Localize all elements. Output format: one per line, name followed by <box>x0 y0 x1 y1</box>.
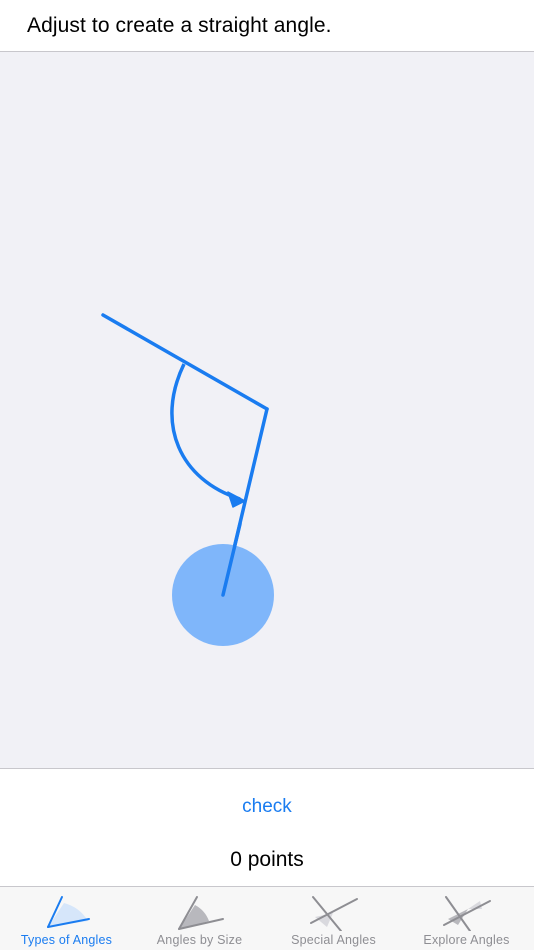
tab-bar: Types of Angles Angles by Size Special A… <box>0 886 534 950</box>
acute-angle-icon <box>47 896 90 928</box>
tab-types-of-angles[interactable]: Types of Angles <box>0 887 133 951</box>
angle-canvas[interactable] <box>0 52 534 769</box>
tab-label: Angles by Size <box>156 933 243 947</box>
fixed-ray <box>101 313 269 411</box>
header-bar: Adjust to create a straight angle. <box>0 0 534 52</box>
points-label: 0 points <box>230 848 304 871</box>
arc-arrowhead <box>227 491 246 508</box>
tab-label: Explore Angles <box>423 933 510 947</box>
angle-drawing <box>101 313 274 646</box>
tab-label: Special Angles <box>291 933 376 947</box>
angle-size-icon <box>178 896 224 930</box>
instruction-title: Adjust to create a straight angle. <box>27 14 332 37</box>
angle-arc <box>170 363 241 501</box>
explore-angle-icon <box>443 896 491 931</box>
check-button[interactable]: check <box>0 796 534 818</box>
tab-special-angles[interactable]: Special Angles <box>267 887 400 951</box>
tab-angles-by-size[interactable]: Angles by Size <box>133 887 266 951</box>
tab-explore-angles[interactable]: Explore Angles <box>400 887 533 951</box>
crossed-lines-icon <box>310 896 358 931</box>
tab-label: Types of Angles <box>20 933 113 947</box>
